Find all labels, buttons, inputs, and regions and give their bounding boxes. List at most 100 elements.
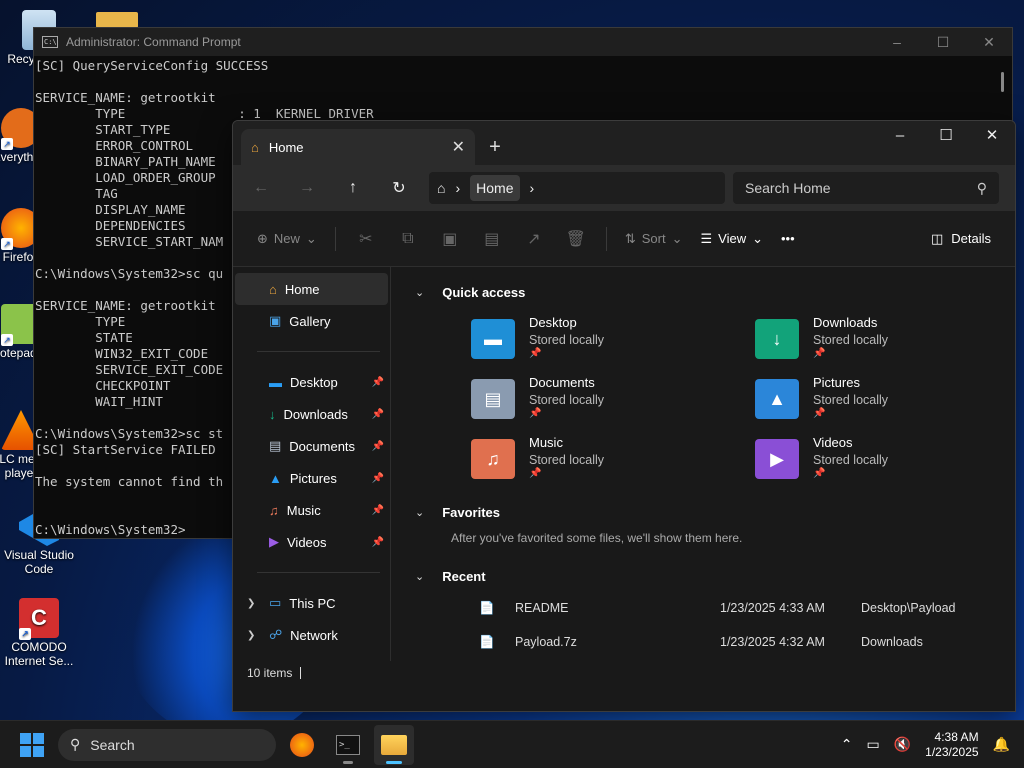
quick-access-item[interactable]: ▬ Desktop Stored locally 📌 xyxy=(471,315,755,365)
pin-icon: 📌 xyxy=(371,440,384,452)
file-date: 1/23/2025 4:33 AM xyxy=(720,601,825,615)
chevron-right-icon[interactable]: › xyxy=(530,180,535,196)
home-icon[interactable]: ⌂ xyxy=(437,180,445,196)
details-button[interactable]: ◫ Details xyxy=(925,223,997,255)
quick-access-item[interactable]: ▤ Documents Stored locally 📌 xyxy=(471,375,755,425)
rename-icon[interactable]: ▤ xyxy=(474,223,510,255)
sort-icon: ⇅ xyxy=(624,230,636,246)
volume-muted-icon[interactable]: 🔇 xyxy=(894,736,911,753)
cmd-title: Administrator: Command Prompt xyxy=(66,35,241,49)
content-pane: ⌄ Quick access ▬ Desktop Stored locally 📌 ↓ D… xyxy=(391,267,1015,661)
divider xyxy=(334,226,336,251)
pictures-folder-icon: ▲ xyxy=(269,470,282,486)
folder-status: Stored locally xyxy=(529,393,605,407)
desktop-icon-comodo[interactable]: C ↗ COMODO Internet Se... xyxy=(4,598,74,668)
refresh-button[interactable]: ↻ xyxy=(379,172,419,204)
sidebar-item-network[interactable]: ❯ ☍ Network xyxy=(235,619,388,651)
folder-status: Stored locally xyxy=(813,393,889,407)
breadcrumb[interactable]: ⌂ › Home › xyxy=(429,172,725,204)
cut-icon[interactable]: ✂ xyxy=(348,223,384,255)
sort-button[interactable]: ⇅ Sort ⌄ xyxy=(619,223,689,255)
sidebar-item-music[interactable]: ♫ Music 📌 xyxy=(235,494,388,526)
search-icon: ⚲ xyxy=(70,736,81,752)
chevron-down-icon[interactable]: ⌄ xyxy=(415,506,424,519)
home-icon: ⌂ xyxy=(251,139,259,155)
pin-icon: 📌 xyxy=(371,408,384,420)
more-options-button[interactable]: ••• xyxy=(775,223,801,255)
sidebar-item-pictures[interactable]: ▲ Pictures 📌 xyxy=(235,462,388,494)
back-button[interactable]: ← xyxy=(241,172,281,204)
sidebar-item-videos[interactable]: ▶ Videos 📌 xyxy=(235,526,388,558)
breadcrumb-home[interactable]: Home xyxy=(470,175,520,201)
chevron-down-icon[interactable]: ⌄ xyxy=(415,286,424,299)
chevron-down-icon[interactable]: ⌄ xyxy=(415,570,424,583)
quick-access-item[interactable]: ▶ Videos Stored locally 📌 xyxy=(755,435,975,485)
notification-bell-icon[interactable]: 🔔 xyxy=(993,736,1010,753)
item-count: 10 items xyxy=(247,666,293,680)
new-button[interactable]: ⊕ New ⌄ xyxy=(251,223,323,255)
maximize-button[interactable]: ☐ xyxy=(920,34,966,51)
sidebar-item-this-pc[interactable]: ❯ ▭ This PC xyxy=(235,587,388,619)
quick-access-item[interactable]: ↓ Downloads Stored locally 📌 xyxy=(755,315,975,365)
favorites-header[interactable]: ⌄ Favorites xyxy=(415,497,1015,527)
folder-name: Music xyxy=(529,435,563,450)
close-button[interactable]: ✕ xyxy=(969,121,1015,151)
quick-access-header[interactable]: ⌄ Quick access xyxy=(415,277,1015,307)
divider xyxy=(257,572,380,573)
file-location: Downloads xyxy=(861,635,923,649)
taskbar: ⚲ Search >_ ⌃ ▭ 🔇 4:38 AM 1/23/2025 🔔 xyxy=(0,720,1024,768)
file-explorer-window[interactable]: ⌂ Home ✕ + – ☐ ✕ ← → ↑ ↻ ⌂ › Home › Sear… xyxy=(232,120,1016,712)
system-tray: ⌃ ▭ 🔇 4:38 AM 1/23/2025 🔔 xyxy=(841,730,1024,760)
start-button[interactable] xyxy=(12,725,52,765)
paste-icon[interactable]: ▣ xyxy=(432,223,468,255)
folder-name: Videos xyxy=(813,435,853,450)
minimize-button[interactable]: – xyxy=(874,34,920,51)
view-button[interactable]: ☰ View ⌄ xyxy=(694,223,769,255)
up-button[interactable]: ↑ xyxy=(333,172,373,204)
new-tab-button[interactable]: + xyxy=(475,129,515,165)
sidebar-item-documents[interactable]: ▤ Documents 📌 xyxy=(235,430,388,462)
taskbar-terminal[interactable]: >_ xyxy=(328,725,368,765)
this-pc-icon: ▭ xyxy=(269,595,282,610)
maximize-button[interactable]: ☐ xyxy=(923,121,969,151)
share-icon[interactable]: ↗ xyxy=(516,223,552,255)
recent-header[interactable]: ⌄ Recent xyxy=(415,561,1015,591)
clock[interactable]: 4:38 AM 1/23/2025 xyxy=(925,730,978,760)
close-button[interactable]: ✕ xyxy=(966,34,1012,51)
recent-file-row[interactable]: ◈i fucking hate windows 1111/3/2024 9:38… xyxy=(415,659,1015,661)
folder-icon[interactable] xyxy=(96,12,138,28)
recent-file-row[interactable]: 📄 README 1/23/2025 4:33 AM Desktop\Payload xyxy=(415,591,1015,625)
tab-home[interactable]: ⌂ Home ✕ xyxy=(241,129,475,165)
recent-list: 📄 README 1/23/2025 4:33 AM Desktop\Payload 📄… xyxy=(415,591,1015,661)
chevron-up-icon[interactable]: ⌃ xyxy=(841,736,853,753)
chevron-right-icon[interactable]: ❯ xyxy=(247,630,255,641)
copy-icon[interactable]: ⧉ xyxy=(390,223,426,255)
sidebar-item-desktop[interactable]: ▬ Desktop 📌 xyxy=(235,366,388,398)
minimize-button[interactable]: – xyxy=(877,121,923,151)
pin-icon: 📌 xyxy=(529,468,542,479)
folder-name: Pictures xyxy=(813,375,860,390)
close-tab-icon[interactable]: ✕ xyxy=(452,137,465,157)
recent-file-row[interactable]: 📄 Payload.7z 1/23/2025 4:32 AM Downloads xyxy=(415,625,1015,659)
forward-button[interactable]: → xyxy=(287,172,327,204)
music-folder-icon: ♫ xyxy=(269,502,279,518)
taskbar-firefox[interactable] xyxy=(282,725,322,765)
quick-access-item[interactable]: ▲ Pictures Stored locally 📌 xyxy=(755,375,975,425)
divider xyxy=(605,226,607,251)
archive-file-icon: 📄 xyxy=(479,634,495,649)
cmd-titlebar[interactable]: C:\ Administrator: Command Prompt – ☐ ✕ xyxy=(34,28,1012,56)
sidebar-item-home[interactable]: ⌂ Home xyxy=(235,273,388,305)
taskbar-search[interactable]: ⚲ Search xyxy=(58,728,276,761)
delete-icon[interactable]: 🗑 xyxy=(558,223,594,255)
taskbar-file-explorer[interactable] xyxy=(374,724,414,765)
chevron-right-icon[interactable]: ❯ xyxy=(247,598,255,609)
sidebar-item-downloads[interactable]: ↓ Downloads 📌 xyxy=(235,398,388,430)
active-indicator xyxy=(386,760,402,764)
sidebar-item-gallery[interactable]: ▣ Gallery xyxy=(235,305,388,337)
network-status-icon[interactable]: ▭ xyxy=(867,736,880,753)
home-icon: ⌂ xyxy=(269,281,277,297)
cmd-scrollbar[interactable] xyxy=(1001,72,1004,92)
quick-access-item[interactable]: ♫ Music Stored locally 📌 xyxy=(471,435,755,485)
search-input[interactable]: Search Home ⚲ xyxy=(733,172,999,204)
address-bar: ← → ↑ ↻ ⌂ › Home › Search Home ⚲ xyxy=(233,165,1015,211)
